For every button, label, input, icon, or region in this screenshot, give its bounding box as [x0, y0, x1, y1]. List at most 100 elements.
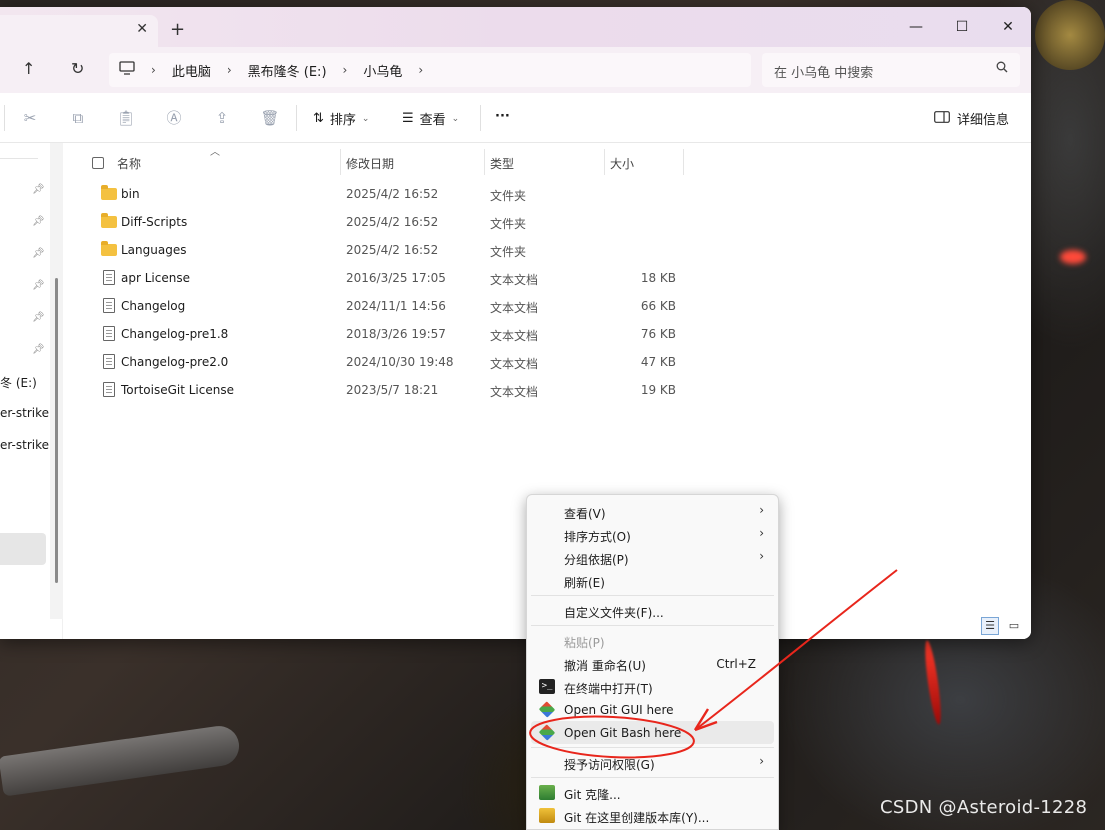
share-icon[interactable]: ⇪ [212, 108, 232, 128]
up-arrow-icon[interactable]: ↑ [22, 59, 35, 78]
copy-icon[interactable]: ⧉ [68, 108, 88, 128]
minimize-button[interactable]: — [893, 13, 939, 41]
search-placeholder: 在 小乌龟 中搜索 [774, 66, 874, 81]
menu-item-git-clone[interactable]: Git 克隆... [531, 781, 774, 804]
column-divider[interactable] [340, 149, 341, 175]
more-icon: ··· [495, 109, 510, 124]
table-row[interactable]: TortoiseGit License 2023/5/7 18:21 文本文档 19 … [64, 376, 704, 404]
rename-icon[interactable]: Ⓐ [164, 108, 184, 128]
chevron-right-icon[interactable]: › [337, 63, 354, 77]
file-modified-date: 2016/3/25 17:05 [346, 271, 446, 285]
menu-item-label: Git 在这里创建版本库(Y)... [564, 811, 710, 825]
file-name: TortoiseGit License [121, 383, 234, 397]
column-header-type[interactable]: 类型 [490, 155, 514, 172]
menu-item-customize-folder[interactable]: 自定义文件夹(F)... [531, 599, 774, 622]
large-icons-view-icon[interactable]: ▭ [1005, 617, 1023, 635]
sidebar-item-folder[interactable]: er-strike [0, 406, 49, 420]
column-header-modified[interactable]: 修改日期 [346, 155, 394, 172]
menu-separator [531, 625, 774, 626]
file-modified-date: 2018/3/26 19:57 [346, 327, 446, 341]
table-row[interactable]: Changelog-pre2.0 2024/10/30 19:48 文本文档 47 K… [64, 348, 704, 376]
file-type: 文本文档 [490, 301, 539, 315]
menu-item-open-in-terminal[interactable]: >_ 在终端中打开(T) [531, 675, 774, 698]
menu-item-undo-rename[interactable]: 撤消 重命名(U) Ctrl+Z [531, 652, 774, 675]
pin-icon[interactable]: 📌︎ [32, 216, 45, 227]
table-row[interactable]: Languages 2025/4/2 16:52 文件夹 [64, 236, 704, 264]
breadcrumb-item[interactable]: 此电脑 [162, 61, 221, 80]
new-tab-button[interactable]: + [170, 19, 185, 40]
table-row[interactable]: Diff-Scripts 2025/4/2 16:52 文件夹 [64, 208, 704, 236]
sort-button[interactable]: ⇅ 排序 ⌄ [313, 109, 369, 128]
menu-item-open-git-gui[interactable]: Open Git GUI here [531, 698, 774, 721]
column-header-name[interactable]: 名称 [117, 155, 141, 172]
file-name: Diff-Scripts [121, 215, 188, 229]
column-divider[interactable] [604, 149, 605, 175]
sidebar-item-folder[interactable]: er-strike [0, 438, 49, 452]
menu-item-git-create-repo[interactable]: Git 在这里创建版本库(Y)... [531, 804, 774, 827]
maximize-button[interactable]: ☐ [939, 13, 985, 41]
details-pane-button[interactable]: 详细信息 [934, 109, 1009, 128]
column-divider[interactable] [484, 149, 485, 175]
git-bash-icon [538, 724, 556, 741]
pin-icon[interactable]: 📌︎ [32, 344, 45, 355]
menu-item-paste: 粘贴(P) [531, 629, 774, 652]
file-modified-date: 2025/4/2 16:52 [346, 243, 439, 257]
table-row[interactable]: Changelog 2024/11/1 14:56 文本文档 66 KB [64, 292, 704, 320]
chevron-right-icon[interactable]: › [221, 63, 238, 77]
close-window-button[interactable]: ✕ [985, 13, 1031, 41]
cut-icon[interactable]: ✂ [20, 108, 40, 128]
pin-icon[interactable]: 📌︎ [32, 248, 45, 259]
search-input[interactable]: 在 小乌龟 中搜索 [762, 53, 1020, 87]
sidebar-item-selected[interactable] [0, 533, 46, 565]
pin-icon[interactable]: 📌︎ [32, 312, 45, 323]
menu-item-label: Open Git Bash here [564, 726, 682, 740]
sidebar-scrollbar-thumb[interactable] [55, 278, 58, 583]
computer-icon[interactable] [109, 61, 145, 79]
pin-icon[interactable]: 📌︎ [32, 184, 45, 195]
menu-item-refresh[interactable]: 刷新(E) [531, 569, 774, 592]
sidebar-item-drive-e[interactable]: 冬 (E:) [0, 374, 37, 391]
pin-icon[interactable]: 📌︎ [32, 280, 45, 291]
menu-item-give-access[interactable]: 授予访问权限(G) › [531, 751, 774, 774]
sidebar-divider [0, 158, 38, 159]
column-header-size[interactable]: 大小 [610, 155, 634, 172]
chevron-right-icon[interactable]: › [145, 63, 162, 77]
table-row[interactable]: apr License 2016/3/25 17:05 文本文档 18 KB [64, 264, 704, 292]
table-row[interactable]: bin 2025/4/2 16:52 文件夹 [64, 180, 704, 208]
breadcrumb-item[interactable]: 小乌龟 [353, 61, 412, 80]
paste-icon[interactable]: 📋︎ [116, 108, 136, 128]
chevron-right-icon[interactable]: › [412, 63, 429, 77]
column-divider[interactable] [683, 149, 684, 175]
search-icon[interactable] [996, 61, 1008, 77]
menu-item-group-by[interactable]: 分组依据(P) › [531, 546, 774, 569]
text-document-icon [103, 354, 115, 369]
breadcrumb-item[interactable]: 黑布隆冬 (E:) [238, 61, 337, 80]
wallpaper-decoration [0, 723, 242, 797]
delete-icon[interactable]: 🗑︎ [260, 108, 280, 128]
select-all-checkbox[interactable] [92, 157, 104, 169]
file-name: Changelog [121, 299, 186, 313]
file-name: Changelog-pre1.8 [121, 327, 229, 341]
chevron-right-icon: › [759, 549, 764, 563]
toolbar-divider [4, 105, 5, 131]
chevron-right-icon: › [759, 503, 764, 517]
more-options-button[interactable]: ··· [495, 109, 510, 124]
table-row[interactable]: Changelog-pre1.8 2018/3/26 19:57 文本文档 76 KB [64, 320, 704, 348]
address-bar[interactable]: › 此电脑 › 黑布隆冬 (E:) › 小乌龟 › [109, 53, 751, 87]
file-type: 文件夹 [490, 245, 527, 259]
view-list-icon: ☰ [402, 111, 414, 126]
explorer-tab[interactable]: ✕ [0, 15, 158, 47]
menu-item-sort-by[interactable]: 排序方式(O) › [531, 523, 774, 546]
menu-item-label: 刷新(E) [564, 576, 605, 590]
folder-icon [101, 241, 117, 256]
text-document-icon [103, 270, 115, 285]
tortoisegit-clone-icon [539, 785, 555, 800]
refresh-icon[interactable]: ↻ [71, 59, 84, 78]
details-view-icon[interactable]: ☰ [981, 617, 999, 635]
menu-item-open-git-bash[interactable]: Open Git Bash here [531, 721, 774, 744]
file-name: bin [121, 187, 140, 201]
view-button[interactable]: ☰ 查看 ⌄ [402, 109, 459, 128]
file-name: apr License [121, 271, 190, 285]
close-tab-icon[interactable]: ✕ [136, 21, 148, 37]
menu-item-view[interactable]: 查看(V) › [531, 500, 774, 523]
